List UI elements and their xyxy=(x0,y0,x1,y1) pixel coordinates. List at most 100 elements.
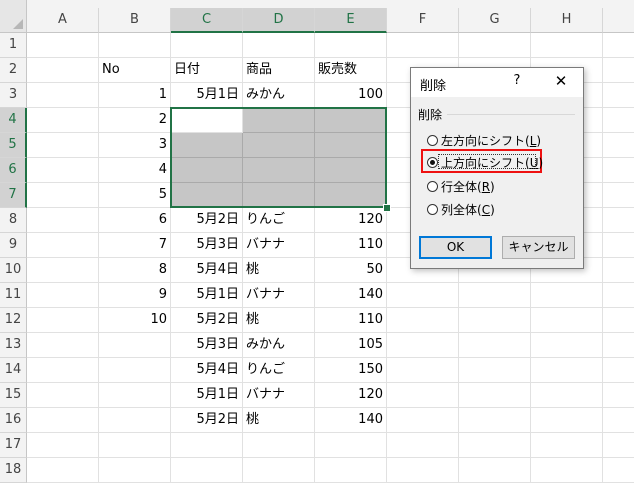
cell-no[interactable]: 8 xyxy=(99,258,171,283)
cell[interactable] xyxy=(603,333,634,358)
cell[interactable] xyxy=(27,158,99,183)
cell-sales[interactable]: 120 xyxy=(315,383,387,408)
cell-sales[interactable]: 140 xyxy=(315,283,387,308)
cell-date[interactable]: 5月2日 xyxy=(171,208,243,233)
cell-date[interactable] xyxy=(171,133,243,158)
cell[interactable] xyxy=(603,233,634,258)
cell-date[interactable]: 5月2日 xyxy=(171,408,243,433)
cell[interactable] xyxy=(27,183,99,208)
cell-no[interactable] xyxy=(99,383,171,408)
cell[interactable] xyxy=(387,33,459,58)
cell[interactable] xyxy=(27,333,99,358)
cell-sales[interactable] xyxy=(315,133,387,158)
row-header-6[interactable]: 6 xyxy=(0,158,27,183)
cell-item[interactable] xyxy=(243,108,315,133)
cell[interactable] xyxy=(315,33,387,58)
cell[interactable] xyxy=(459,433,531,458)
row-header-13[interactable]: 13 xyxy=(0,333,27,358)
cell-no[interactable]: 4 xyxy=(99,158,171,183)
cell[interactable] xyxy=(27,283,99,308)
cell[interactable] xyxy=(27,258,99,283)
cell[interactable] xyxy=(459,458,531,483)
cell-no[interactable]: 9 xyxy=(99,283,171,308)
cell-item[interactable] xyxy=(243,158,315,183)
cell[interactable] xyxy=(27,233,99,258)
cell-no[interactable] xyxy=(99,333,171,358)
cell[interactable] xyxy=(603,433,634,458)
cell-no[interactable]: 1 xyxy=(99,83,171,108)
row-header-7[interactable]: 7 xyxy=(0,183,27,208)
cell-item[interactable]: 桃 xyxy=(243,258,315,283)
cell[interactable] xyxy=(27,133,99,158)
row-header-10[interactable]: 10 xyxy=(0,258,27,283)
cell[interactable] xyxy=(603,158,634,183)
cell[interactable] xyxy=(171,458,243,483)
cell-sales[interactable]: 50 xyxy=(315,258,387,283)
cell[interactable] xyxy=(27,83,99,108)
cell-item[interactable]: りんご xyxy=(243,358,315,383)
cell-sales[interactable] xyxy=(315,183,387,208)
column-header-i[interactable] xyxy=(603,8,634,33)
cell[interactable] xyxy=(27,33,99,58)
cell[interactable] xyxy=(27,358,99,383)
radio-entire-row[interactable]: 行全体(R) xyxy=(427,178,495,196)
cell[interactable] xyxy=(531,33,603,58)
cell[interactable] xyxy=(387,408,459,433)
cell-sales[interactable] xyxy=(315,108,387,133)
column-header-d[interactable]: D xyxy=(243,8,315,33)
cell[interactable] xyxy=(603,458,634,483)
row-header-2[interactable]: 2 xyxy=(0,58,27,83)
cell-date[interactable]: 5月4日 xyxy=(171,358,243,383)
close-icon[interactable]: ✕ xyxy=(552,72,570,90)
column-header-e[interactable]: E xyxy=(315,8,387,33)
cell-date[interactable] xyxy=(171,158,243,183)
cell-no[interactable] xyxy=(99,408,171,433)
cell-date[interactable] xyxy=(171,183,243,208)
ok-button[interactable]: OK xyxy=(419,236,492,259)
cell-item[interactable] xyxy=(243,183,315,208)
cell-date[interactable] xyxy=(171,108,243,133)
cell[interactable] xyxy=(603,283,634,308)
header-cell-sales[interactable]: 販売数 xyxy=(315,58,387,83)
cell[interactable] xyxy=(387,333,459,358)
cell[interactable] xyxy=(171,33,243,58)
cell[interactable] xyxy=(603,208,634,233)
cell-item[interactable]: バナナ xyxy=(243,233,315,258)
cell[interactable] xyxy=(603,133,634,158)
cell[interactable] xyxy=(531,283,603,308)
cell[interactable] xyxy=(99,458,171,483)
cell-no[interactable]: 6 xyxy=(99,208,171,233)
cell[interactable] xyxy=(603,183,634,208)
cell-item[interactable]: 桃 xyxy=(243,308,315,333)
cell[interactable] xyxy=(531,308,603,333)
cell[interactable] xyxy=(603,383,634,408)
cell[interactable] xyxy=(603,83,634,108)
cell[interactable] xyxy=(243,433,315,458)
cell[interactable] xyxy=(603,33,634,58)
cell[interactable] xyxy=(603,358,634,383)
row-header-14[interactable]: 14 xyxy=(0,358,27,383)
cell[interactable] xyxy=(531,358,603,383)
cell[interactable] xyxy=(531,458,603,483)
cell[interactable] xyxy=(27,383,99,408)
cell-item[interactable]: バナナ xyxy=(243,383,315,408)
cell[interactable] xyxy=(387,383,459,408)
header-cell-date[interactable]: 日付 xyxy=(171,58,243,83)
cell-item[interactable]: りんご xyxy=(243,208,315,233)
cell[interactable] xyxy=(387,308,459,333)
cell[interactable] xyxy=(387,433,459,458)
radio-entire-column[interactable]: 列全体(C) xyxy=(427,201,495,219)
cell[interactable] xyxy=(27,108,99,133)
cell[interactable] xyxy=(243,33,315,58)
cell[interactable] xyxy=(27,433,99,458)
cell[interactable] xyxy=(27,58,99,83)
column-header-h[interactable]: H xyxy=(531,8,603,33)
row-header-9[interactable]: 9 xyxy=(0,233,27,258)
select-all-corner[interactable] xyxy=(0,0,27,33)
row-header-8[interactable]: 8 xyxy=(0,208,27,233)
row-header-18[interactable]: 18 xyxy=(0,458,27,483)
cell[interactable] xyxy=(603,108,634,133)
cell[interactable] xyxy=(603,258,634,283)
cell[interactable] xyxy=(387,283,459,308)
cell[interactable] xyxy=(603,408,634,433)
